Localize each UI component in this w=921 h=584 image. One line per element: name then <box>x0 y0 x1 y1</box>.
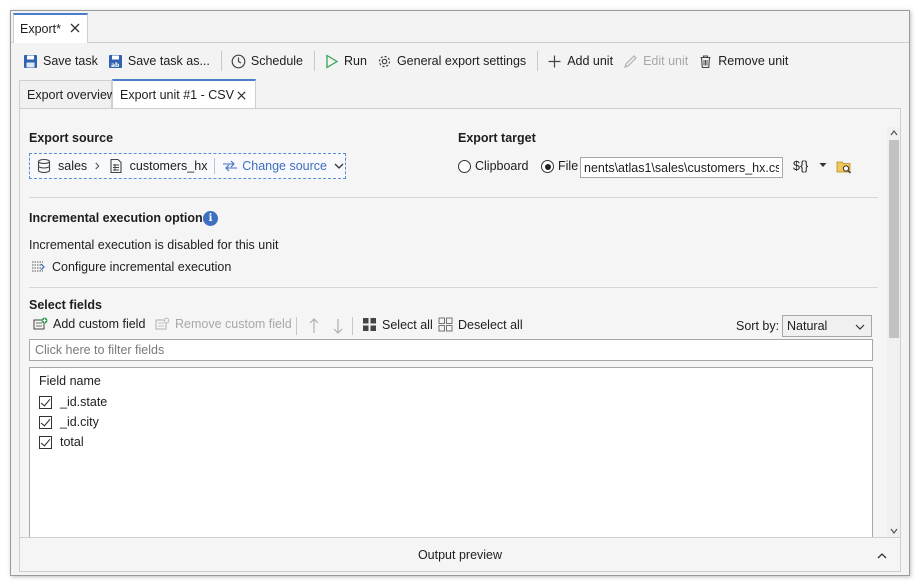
select-all-icon <box>363 318 376 331</box>
document-tab-title: Export* <box>20 22 61 36</box>
add-unit-button[interactable]: Add unit <box>543 48 617 74</box>
add-custom-field-button[interactable]: Add custom field <box>33 317 145 331</box>
tab-export-overview[interactable]: Export overview <box>19 80 116 108</box>
sort-by-select[interactable]: Natural <box>782 315 872 337</box>
unit-tab-bar: Export overview Export unit #1 - CSV <box>19 79 901 108</box>
edit-unit-button[interactable]: Edit unit <box>619 48 692 74</box>
source-separator <box>214 158 216 174</box>
pencil-icon <box>624 54 637 68</box>
add-field-icon <box>33 317 48 330</box>
main-toolbar: Save task ab Save task as... Schedule Ru… <box>11 44 909 78</box>
floppy-disk-icon <box>24 54 37 68</box>
chevron-down-icon <box>855 324 865 330</box>
field-row[interactable]: _id.city <box>39 415 99 429</box>
incremental-status-text: Incremental execution is disabled for th… <box>29 238 279 252</box>
toolbar-separator <box>296 317 297 335</box>
export-window: Export* Save task ab Save task as... Sch… <box>10 10 910 576</box>
remove-custom-field-button[interactable]: Remove custom field <box>155 317 292 331</box>
info-icon[interactable]: i <box>203 211 218 226</box>
section-divider <box>29 287 878 288</box>
close-icon[interactable] <box>236 90 247 101</box>
clipboard-radio[interactable] <box>458 160 471 173</box>
export-source-box: sales customers_hx Change source <box>29 153 346 179</box>
document-tab-export[interactable]: Export* <box>13 13 88 43</box>
save-task-button[interactable]: Save task <box>19 48 102 74</box>
run-button[interactable]: Run <box>320 48 371 74</box>
toolbar-separator <box>314 51 315 71</box>
file-label: File <box>558 159 579 173</box>
close-icon[interactable] <box>69 22 81 34</box>
scroll-down-arrow-icon[interactable] <box>889 526 899 536</box>
export-target-title: Export target <box>458 131 536 145</box>
filter-fields-input[interactable] <box>29 339 873 361</box>
field-name-column-header: Field name <box>39 374 101 388</box>
document-tab-bar: Export* <box>11 11 909 43</box>
database-icon <box>37 158 51 174</box>
gear-icon <box>378 55 391 67</box>
plus-icon <box>548 55 561 67</box>
panel-vertical-scrollbar[interactable] <box>887 127 900 537</box>
chevron-up-icon[interactable] <box>876 550 888 562</box>
trash-icon <box>700 54 711 68</box>
scrollbar-thumb[interactable] <box>889 140 899 338</box>
swap-arrows-icon <box>223 160 238 172</box>
move-up-icon[interactable] <box>308 317 320 335</box>
export-unit-panel: Export source sales customers_hx Change … <box>19 108 901 568</box>
change-source-button[interactable]: Change source <box>222 159 345 173</box>
field-checkbox[interactable] <box>39 435 52 449</box>
variables-button[interactable]: ${} <box>793 159 828 173</box>
deselect-all-icon <box>438 317 453 332</box>
remove-unit-button[interactable]: Remove unit <box>694 48 792 74</box>
general-export-settings-button[interactable]: General export settings <box>373 48 530 74</box>
source-database[interactable]: sales <box>36 158 87 174</box>
chevron-down-icon <box>334 163 344 169</box>
sort-by-label: Sort by: <box>736 319 780 333</box>
tab-export-unit-1[interactable]: Export unit #1 - CSV <box>112 79 256 108</box>
floppy-disk-as-icon: ab <box>108 54 122 69</box>
move-down-icon[interactable] <box>332 317 344 335</box>
schedule-button[interactable]: Schedule <box>227 48 307 74</box>
source-collection[interactable]: customers_hx <box>108 158 207 174</box>
play-icon <box>326 53 339 69</box>
export-source-title: Export source <box>29 131 114 145</box>
configure-incremental-button[interactable]: Configure incremental execution <box>31 260 231 274</box>
scroll-up-arrow-icon[interactable] <box>889 128 899 138</box>
save-task-as-button[interactable]: ab Save task as... <box>104 48 214 74</box>
select-fields-title: Select fields <box>29 298 102 312</box>
file-path-input[interactable] <box>580 157 783 178</box>
toolbar-separator <box>352 317 353 335</box>
select-all-button[interactable]: Select all <box>362 317 433 332</box>
toolbar-separator <box>537 51 539 71</box>
clock-icon <box>231 54 246 68</box>
svg-text:ab: ab <box>111 62 120 69</box>
incremental-icon <box>32 261 45 272</box>
chevron-down-icon <box>819 163 827 167</box>
section-divider <box>29 197 878 198</box>
collection-icon <box>110 158 122 174</box>
field-row[interactable]: total <box>39 435 84 449</box>
remove-field-icon <box>155 317 170 330</box>
output-preview-bar[interactable]: Output preview <box>19 537 901 572</box>
toolbar-separator <box>220 51 222 71</box>
browse-folder-icon[interactable] <box>836 159 853 175</box>
field-checkbox[interactable] <box>39 395 52 409</box>
field-row[interactable]: _id.state <box>39 395 107 409</box>
deselect-all-button[interactable]: Deselect all <box>438 317 523 332</box>
file-radio[interactable] <box>541 160 554 173</box>
field-checkbox[interactable] <box>39 415 52 429</box>
chevron-right-icon <box>95 162 100 170</box>
clipboard-label: Clipboard <box>475 159 529 173</box>
incremental-options-title: Incremental execution options <box>29 211 210 225</box>
